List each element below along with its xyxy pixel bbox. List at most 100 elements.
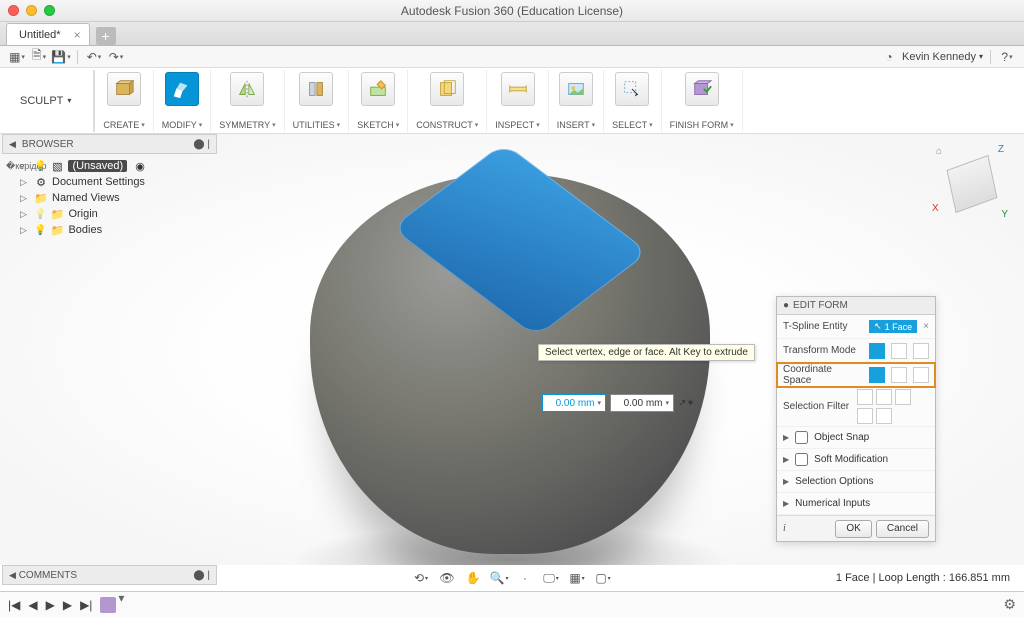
status-bar-text: 1 Face | Loop Length : 166.851 mm — [836, 572, 1010, 584]
timeline-next-button[interactable]: ▶ — [63, 598, 72, 612]
close-tab-icon[interactable]: × — [74, 28, 81, 42]
browser-item[interactable]: ▷💡📁Origin — [2, 206, 217, 222]
transform-mode-row: Transform Mode — [777, 339, 935, 363]
coord-space-option[interactable] — [891, 367, 907, 383]
grid-button[interactable]: ▦ — [567, 569, 587, 587]
select-icon — [615, 72, 649, 106]
coord-space-option[interactable] — [869, 367, 885, 383]
viewcube-cube[interactable] — [947, 155, 998, 213]
display-button[interactable]: 🖵 — [541, 569, 561, 587]
window-controls — [8, 5, 55, 16]
ribbon-symmetry[interactable]: SYMMETRY — [211, 70, 284, 132]
pin-icon[interactable]: ⬤ | — [193, 139, 210, 150]
zoom-window-button[interactable] — [44, 5, 55, 16]
document-tab[interactable]: Untitled* × — [6, 23, 90, 45]
selection-pill[interactable]: ↖1 Face — [869, 320, 917, 333]
coord-space-option[interactable] — [913, 367, 929, 383]
data-panel-button[interactable]: ▦ — [8, 48, 26, 66]
timeline-playhead[interactable]: ▾ — [118, 591, 124, 605]
home-icon[interactable]: ⌂ — [936, 146, 942, 157]
radio-icon[interactable]: ◉ — [135, 160, 145, 173]
flyout-icon[interactable]: ↗✶ — [678, 394, 695, 412]
timeline-prev-button[interactable]: ◀ — [28, 598, 37, 612]
quick-access-toolbar: ▦ 🗎 💾 ↶ ↷ ◔ Kevin Kennedy▾ ? — [0, 46, 1024, 68]
ribbon-label: FINISH FORM — [670, 120, 734, 130]
help-button[interactable]: ? — [998, 48, 1016, 66]
minimize-window-button[interactable] — [26, 5, 37, 16]
clear-selection-icon[interactable]: × — [923, 321, 929, 332]
symmetry-icon — [230, 72, 264, 106]
transform-mode-option[interactable] — [891, 343, 907, 359]
browser-root[interactable]: �керідер▿💡▧ (Unsaved) ◉ — [2, 158, 217, 174]
ribbon-utilities[interactable]: UTILITIES — [285, 70, 350, 132]
file-menu-button[interactable]: 🗎 — [30, 48, 48, 66]
coordinate-space-row: Coordinate Space — [777, 363, 935, 387]
ok-button[interactable]: OK — [835, 520, 871, 538]
user-menu[interactable]: Kevin Kennedy▾ — [902, 51, 983, 63]
soft-modification-section[interactable]: ▶Soft Modification — [777, 449, 935, 471]
filter-option[interactable] — [857, 389, 873, 405]
orbit-button[interactable]: ⟲ — [411, 569, 431, 587]
workspace-switcher[interactable]: SCULPT — [4, 70, 95, 132]
settings-gear-icon[interactable]: ⚙ — [1003, 596, 1016, 613]
lightbulb-icon[interactable]: 💡 — [34, 209, 46, 220]
browser-item[interactable]: ▷📁Named Views — [2, 190, 217, 206]
lightbulb-icon[interactable]: 💡 — [34, 225, 46, 236]
browser-panel: ◀ BROWSER ⬤ | �керідер▿💡▧ (Unsaved) ◉ ▷⚙… — [2, 134, 217, 242]
folder-icon: 📁 — [34, 192, 48, 205]
info-icon[interactable]: i — [783, 523, 786, 534]
ribbon-label: SKETCH — [357, 120, 399, 130]
save-button[interactable]: 💾 — [52, 48, 70, 66]
filter-option[interactable] — [857, 408, 873, 424]
ribbon-insert[interactable]: INSERT — [549, 70, 604, 132]
ribbon-modify[interactable]: MODIFY — [154, 70, 212, 132]
filter-option[interactable] — [876, 408, 892, 424]
ribbon-finish-form[interactable]: FINISH FORM — [662, 70, 743, 132]
ribbon-construct[interactable]: CONSTRUCT — [408, 70, 487, 132]
object-snap-checkbox[interactable] — [795, 431, 808, 444]
lightbulb-icon[interactable]: 💡 — [34, 161, 46, 172]
viewcube[interactable]: ⌂ Z X Y — [940, 150, 1006, 216]
inspect-icon — [501, 72, 535, 106]
ribbon-select[interactable]: SELECT — [604, 70, 662, 132]
zoom-button[interactable]: 🔍 — [489, 569, 509, 587]
soft-mod-checkbox[interactable] — [795, 453, 808, 466]
dimension-input-1[interactable]: 0.00 mm▾ — [542, 394, 606, 412]
ribbon-inspect[interactable]: INSPECT — [487, 70, 549, 132]
redo-button[interactable]: ↷ — [107, 48, 125, 66]
filter-option[interactable] — [876, 389, 892, 405]
ribbon-label: SELECT — [612, 120, 653, 130]
look-at-button[interactable]: 👁 — [437, 569, 457, 587]
model-preview — [310, 174, 710, 554]
browser-item[interactable]: ▷💡📁Bodies — [2, 222, 217, 238]
timeline-start-button[interactable]: |◀ — [8, 598, 20, 612]
close-window-button[interactable] — [8, 5, 19, 16]
filter-option[interactable] — [895, 389, 911, 405]
pan-button[interactable]: ✋ — [463, 569, 483, 587]
ribbon-sketch[interactable]: SKETCH — [349, 70, 408, 132]
dimension-input-2[interactable]: 0.00 mm▾ — [610, 394, 674, 412]
object-snap-section[interactable]: ▶Object Snap — [777, 427, 935, 449]
transform-mode-option[interactable] — [913, 343, 929, 359]
numerical-inputs-section[interactable]: ▶Numerical Inputs — [777, 493, 935, 515]
timeline-feature[interactable] — [100, 597, 116, 613]
selection-options-section[interactable]: ▶Selection Options — [777, 471, 935, 493]
dimension-inputs: 0.00 mm▾ 0.00 mm▾ ↗✶ — [542, 394, 695, 412]
ribbon-create[interactable]: CREATE — [95, 70, 153, 132]
edit-form-icon — [165, 72, 199, 106]
transform-mode-option[interactable] — [869, 343, 885, 359]
timeline-play-button[interactable]: ▶ — [46, 598, 55, 612]
job-status-icon[interactable]: ◔ — [880, 48, 898, 66]
panel-header[interactable]: ●EDIT FORM — [777, 297, 935, 315]
toolbar-ribbon: SCULPT CREATE MODIFY SYMMETRY UTILITIES … — [0, 68, 1024, 134]
browser-item[interactable]: ▷⚙Document Settings — [2, 174, 217, 190]
ribbon-label: SYMMETRY — [219, 120, 275, 130]
cancel-button[interactable]: Cancel — [876, 520, 929, 538]
viewport-button[interactable]: ▢ — [593, 569, 613, 587]
undo-button[interactable]: ↶ — [85, 48, 103, 66]
new-tab-button[interactable]: + — [96, 27, 116, 45]
browser-header[interactable]: ◀ BROWSER ⬤ | — [2, 134, 217, 154]
fit-button[interactable]: · — [515, 569, 535, 587]
timeline-end-button[interactable]: ▶| — [80, 598, 92, 612]
ribbon-label: CONSTRUCT — [416, 120, 478, 130]
